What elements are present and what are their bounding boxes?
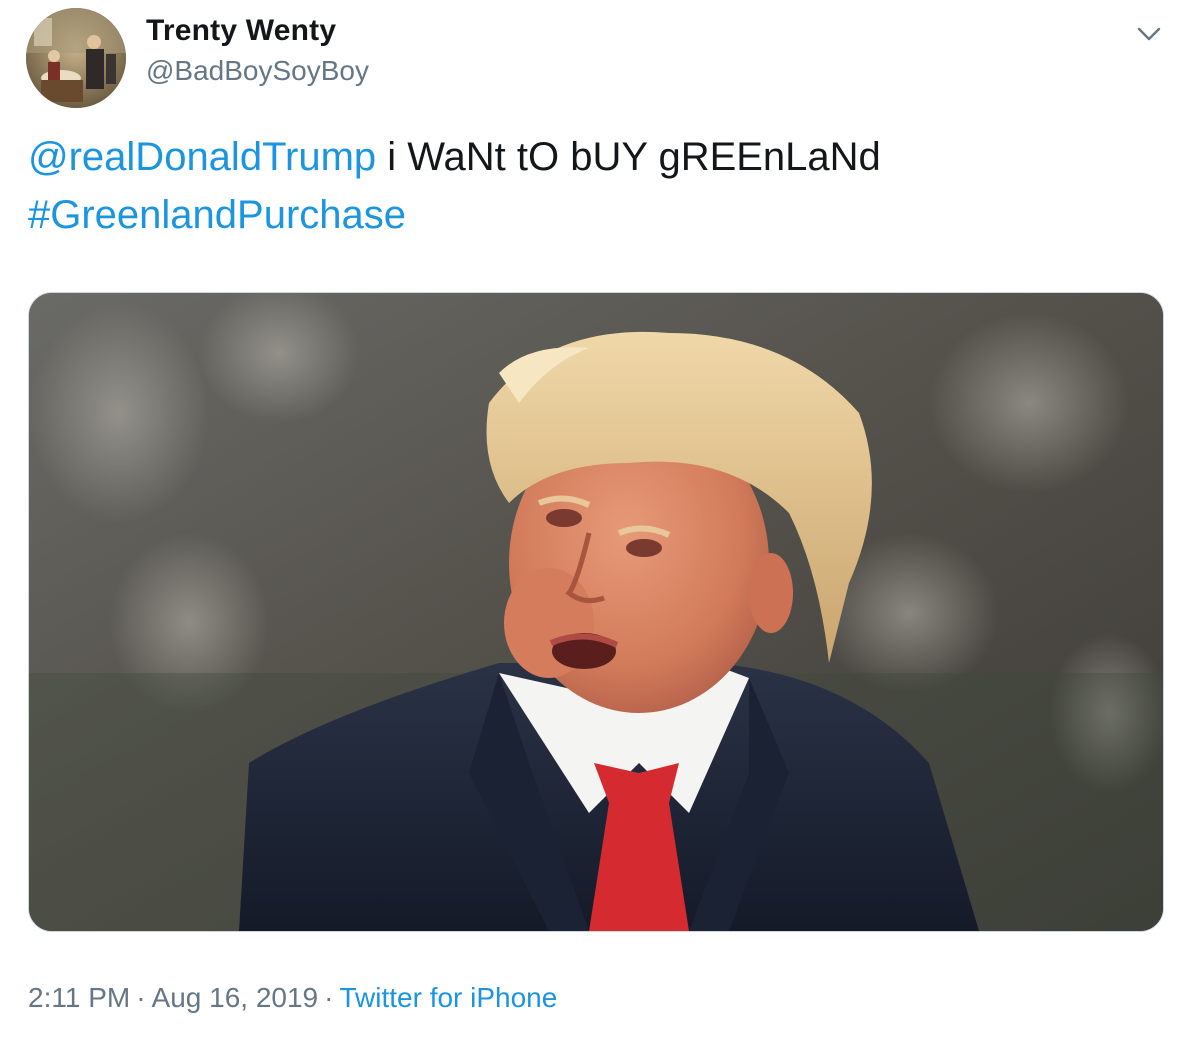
display-name[interactable]: Trenty Wenty bbox=[146, 14, 336, 48]
tweet-date[interactable]: Aug 16, 2019 bbox=[152, 982, 319, 1013]
mention-link[interactable]: @realDonaldTrump bbox=[28, 135, 376, 179]
meta-separator: · bbox=[324, 982, 334, 1013]
tweet-card: Trenty Wenty @BadBoySoyBoy @realDonaldTr… bbox=[0, 0, 1188, 1044]
tweet-text: @realDonaldTrump i WaNt tO bUY gREEnLaNd… bbox=[28, 128, 1148, 244]
tweet-photo[interactable] bbox=[28, 292, 1164, 932]
tweet-body: i WaNt tO bUY gREEnLaNd bbox=[376, 135, 881, 179]
avatar-image bbox=[26, 8, 126, 108]
chevron-down-icon bbox=[1137, 27, 1161, 41]
meta-separator: · bbox=[136, 982, 146, 1013]
user-handle[interactable]: @BadBoySoyBoy bbox=[146, 55, 369, 87]
tweet-time[interactable]: 2:11 PM bbox=[28, 982, 130, 1013]
photo-image bbox=[29, 293, 1163, 931]
avatar[interactable] bbox=[26, 8, 126, 108]
hashtag-link[interactable]: #GreenlandPurchase bbox=[28, 193, 406, 237]
tweet-metadata: 2:11 PM · Aug 16, 2019 · Twitter for iPhone bbox=[28, 982, 557, 1014]
tweet-menu-button[interactable] bbox=[1132, 20, 1166, 48]
source-link[interactable]: Twitter for iPhone bbox=[339, 982, 557, 1013]
